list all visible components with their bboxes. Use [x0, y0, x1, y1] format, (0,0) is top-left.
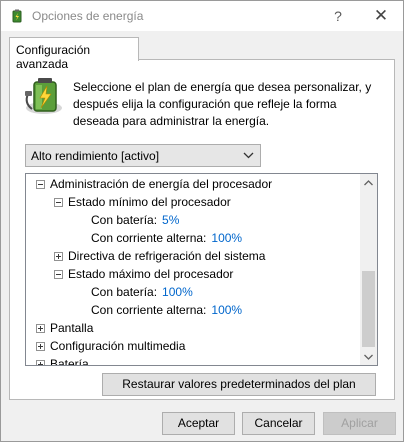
tree-item-max-on-battery[interactable]: Con batería: 100% [91, 285, 193, 303]
cancel-button[interactable]: Cancelar [242, 412, 315, 435]
scroll-down-icon[interactable] [360, 348, 377, 365]
setting-label: Con batería: [91, 285, 158, 299]
close-button[interactable]: ✕ [370, 5, 392, 27]
window-title: Opciones de energía [32, 9, 144, 23]
help-button[interactable]: ? [327, 5, 349, 27]
tree-item-min-on-battery[interactable]: Con batería: 5% [91, 213, 179, 231]
setting-label: Con corriente alterna: [91, 231, 207, 245]
setting-value-link[interactable]: 5% [162, 213, 179, 227]
plan-dropdown[interactable]: Alto rendimiento [activo] [25, 144, 261, 167]
expand-icon[interactable] [36, 360, 45, 365]
tab-label: Configuración avanzada [16, 43, 91, 71]
intro-text: Seleccione el plan de energía que desea … [73, 80, 372, 128]
tree-scrollbar[interactable] [360, 174, 377, 365]
collapse-icon[interactable] [36, 180, 45, 189]
chevron-down-icon [243, 152, 254, 159]
tree-item-cooling-policy[interactable]: Directiva de refrigeración del sistema [54, 249, 265, 267]
scroll-up-icon[interactable] [360, 174, 377, 191]
tree-item-processor-power[interactable]: Administración de energía del procesador [36, 177, 272, 195]
setting-value-link[interactable]: 100% [162, 285, 193, 299]
tree-item-max-processor-state[interactable]: Estado máximo del procesador [54, 267, 233, 285]
plan-dropdown-value: Alto rendimiento [activo] [31, 149, 160, 163]
setting-value-link[interactable]: 100% [211, 231, 242, 245]
battery-power-icon [25, 78, 62, 114]
restore-defaults-button[interactable]: Restaurar valores predeterminados del pl… [102, 373, 376, 396]
tree-item-min-processor-state[interactable]: Estado mínimo del procesador [54, 195, 231, 213]
tree-item-display[interactable]: Pantalla [36, 321, 93, 339]
collapse-icon[interactable] [54, 198, 63, 207]
tree-item-battery[interactable]: Batería [36, 357, 89, 366]
tree-item-label: Pantalla [50, 321, 94, 335]
setting-label: Con batería: [91, 213, 158, 227]
tree-item-label: Batería [50, 357, 89, 366]
settings-tree: Administración de energía del procesador… [25, 173, 378, 366]
scrollbar-thumb[interactable] [362, 271, 375, 347]
apply-button[interactable]: Aplicar [323, 412, 396, 435]
tree-item-label: Administración de energía del procesador [50, 177, 273, 191]
setting-label: Con corriente alterna: [91, 303, 207, 317]
title-bar: Opciones de energía ? ✕ [1, 1, 403, 31]
power-options-dialog: Opciones de energía ? ✕ Configuración av… [0, 0, 404, 442]
tree-item-min-plugged-in[interactable]: Con corriente alterna: 100% [91, 231, 242, 249]
expand-icon[interactable] [36, 342, 45, 351]
tab-advanced-settings[interactable]: Configuración avanzada [9, 37, 139, 71]
tree-item-label: Estado mínimo del procesador [68, 195, 231, 209]
tree-item-multimedia[interactable]: Configuración multimedia [36, 339, 185, 357]
tree-item-label: Estado máximo del procesador [68, 267, 234, 281]
expand-icon[interactable] [36, 324, 45, 333]
tree-item-label: Directiva de refrigeración del sistema [68, 249, 266, 263]
setting-value-link[interactable]: 100% [211, 303, 242, 317]
expand-icon[interactable] [54, 252, 63, 261]
ok-button[interactable]: Aceptar [162, 412, 235, 435]
collapse-icon[interactable] [54, 270, 63, 279]
tree-item-label: Configuración multimedia [50, 339, 186, 353]
power-options-icon [12, 9, 22, 23]
tree-item-max-plugged-in[interactable]: Con corriente alterna: 100% [91, 303, 242, 321]
